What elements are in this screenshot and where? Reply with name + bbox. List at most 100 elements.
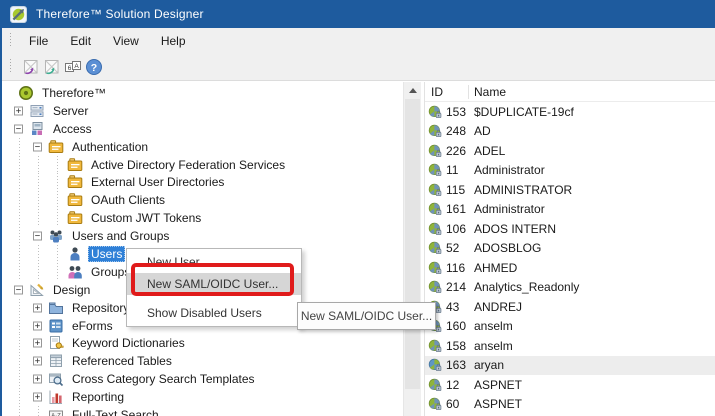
tree-expander[interactable]: +: [10, 102, 29, 120]
expand-plus-icon[interactable]: +: [33, 338, 42, 348]
expand-plus-icon[interactable]: +: [33, 321, 42, 331]
menu-items: File Edit View Help: [18, 34, 197, 48]
user-row-anselm-158[interactable]: 158 anselm: [425, 336, 715, 356]
user-name: anselm: [474, 319, 513, 334]
tree-scrollbar[interactable]: [403, 82, 421, 416]
expand-plus-icon[interactable]: +: [33, 392, 42, 402]
tree-guide: [10, 262, 29, 281]
user-name: ASPNET: [474, 377, 523, 392]
tree-item-keyword-dictionaries[interactable]: + Keyword Dictionaries: [2, 334, 403, 353]
tree-item-therefore[interactable]: Therefore™: [2, 84, 403, 102]
user-row-andrej-43[interactable]: 43 ANDREJ: [425, 297, 715, 317]
tooltip-text: New SAML/OIDC User...: [300, 309, 433, 323]
collapse-minus-icon[interactable]: −: [14, 285, 23, 295]
tree-item-external-user-directories[interactable]: External User Directories: [2, 173, 403, 192]
tree-guide: [29, 262, 48, 281]
column-header-id[interactable]: ID: [425, 84, 469, 99]
user-row-ad-248[interactable]: 248 AD: [425, 122, 715, 142]
tree-item-referenced-tables[interactable]: + Referenced Tables: [2, 352, 403, 371]
user-row-ahmed-116[interactable]: 116 AHMED: [425, 258, 715, 278]
users-groups-icon: [48, 228, 64, 244]
eforms-icon: [48, 318, 64, 334]
expand-plus-icon[interactable]: +: [33, 356, 42, 366]
user-row-analytics-readonly-214[interactable]: 214 Analytics_Readonly: [425, 278, 715, 298]
tooltip: New SAML/OIDC User...: [297, 302, 436, 330]
tree-guide: [29, 191, 48, 210]
tree-label-referenced-tables: Referenced Tables: [72, 354, 172, 369]
menu-edit[interactable]: Edit: [59, 30, 102, 52]
user-lock-icon: [428, 280, 442, 294]
collapse-minus-icon[interactable]: −: [33, 231, 42, 241]
user-row-administrator-115[interactable]: 115 ADMINISTRATOR: [425, 180, 715, 200]
tree-label-access: Access: [53, 121, 92, 136]
tree-item-users-and-groups[interactable]: − Users and Groups: [2, 227, 403, 245]
svg-text:A: A: [74, 62, 79, 69]
user-row-aspnet-60[interactable]: 60 ASPNET: [425, 395, 715, 415]
tree-item-server[interactable]: + Server: [2, 102, 403, 120]
tree-item-reporting[interactable]: + Reporting: [2, 388, 403, 406]
title-bar[interactable]: Therefore™ Solution Designer: [0, 0, 715, 28]
tree-expander[interactable]: −: [29, 227, 48, 245]
tree-label-active-directory-federation-services: Active Directory Federation Services: [91, 157, 286, 172]
tree-guide: [10, 298, 29, 317]
tree-label-eforms: eForms: [72, 318, 113, 333]
expand-plus-icon[interactable]: +: [33, 303, 42, 313]
tree-label-keyword-dictionaries: Keyword Dictionaries: [72, 336, 185, 351]
tree-item-oauth-clients[interactable]: OAuth Clients: [2, 191, 403, 210]
toolbar-button-help-icon[interactable]: ?: [83, 56, 104, 77]
user-id: 226: [446, 143, 467, 158]
toolbar-button-designer-purple-icon[interactable]: [20, 56, 41, 77]
user-row-adel-226[interactable]: 226 ADEL: [425, 141, 715, 161]
user-lock-icon: [428, 339, 442, 353]
tree-expander[interactable]: +: [29, 317, 48, 335]
user-row-administrator-11[interactable]: 11 Administrator: [425, 161, 715, 181]
collapse-minus-icon[interactable]: −: [33, 142, 42, 152]
tree-expander[interactable]: −: [29, 138, 48, 156]
expand-plus-icon[interactable]: +: [33, 374, 42, 384]
user-id: 115: [446, 182, 466, 197]
user-row-aryan-163[interactable]: 163 aryan: [425, 355, 715, 375]
tree-expander[interactable]: +: [29, 388, 48, 406]
toolbar-button-designer-green-icon[interactable]: [41, 56, 62, 77]
reporting-icon: [48, 389, 64, 405]
user-row-anselm-160[interactable]: 160 anselm: [425, 317, 715, 337]
user-name: AD: [474, 124, 491, 139]
collapse-minus-icon[interactable]: −: [14, 124, 23, 134]
user-id: 158: [446, 338, 467, 353]
column-header-name[interactable]: Name: [469, 85, 715, 99]
menu-view[interactable]: View: [102, 30, 150, 52]
user-id: 248: [446, 124, 467, 139]
list-rows: 153 $DUPLICATE-19cf 248 AD 226 ADEL 11 Administ…: [425, 102, 715, 416]
app-window: Therefore™ Solution Designer File Edit Vie…: [0, 0, 715, 416]
menu-help[interactable]: Help: [150, 30, 197, 52]
user-row-ados-intern-106[interactable]: 106 ADOS INTERN: [425, 219, 715, 239]
scroll-up-arrow-icon[interactable]: [404, 82, 421, 99]
tree-item-custom-jwt-tokens[interactable]: Custom JWT Tokens: [2, 209, 403, 228]
list-header: ID Name: [425, 82, 715, 102]
tree-item-active-directory-federation-services[interactable]: Active Directory Federation Services: [2, 155, 403, 174]
scrollbar-thumb[interactable]: [405, 99, 420, 389]
toolbar-button-translate-icon[interactable]: 6A: [62, 56, 83, 77]
toolbar-grip-handle[interactable]: [9, 59, 13, 74]
tree-expander[interactable]: +: [29, 352, 48, 370]
tree-item-full-text-search[interactable]: A·Z Full-Text Search: [2, 406, 403, 416]
tree-guide: [29, 209, 48, 228]
tree-expander[interactable]: −: [10, 120, 29, 138]
context-menu-item-show-disabled-users[interactable]: Show Disabled Users: [127, 302, 301, 324]
tree-expander[interactable]: +: [29, 370, 48, 388]
user-row-administrator-161[interactable]: 161 Administrator: [425, 200, 715, 220]
user-row-duplicate-19cf-153[interactable]: 153 $DUPLICATE-19cf: [425, 102, 715, 122]
expand-plus-icon[interactable]: +: [14, 106, 23, 116]
menu-file[interactable]: File: [18, 30, 59, 52]
tree-expander[interactable]: +: [29, 299, 48, 317]
tree-expander[interactable]: +: [29, 334, 48, 352]
tree-expander[interactable]: −: [10, 281, 29, 299]
user-row-aspnet-12[interactable]: 12 ASPNET: [425, 375, 715, 395]
tree-item-access[interactable]: − Access: [2, 120, 403, 138]
tree-item-authentication[interactable]: − Authentication: [2, 137, 403, 156]
user-row-adosblog-52[interactable]: 52 ADOSBLOG: [425, 239, 715, 259]
tree-item-cross-category-search-templates[interactable]: + Cross Category Search Templates: [2, 370, 403, 389]
tree-guide: [48, 173, 67, 192]
cross-search-icon: [48, 371, 64, 387]
menubar-grip-handle[interactable]: [9, 33, 13, 48]
